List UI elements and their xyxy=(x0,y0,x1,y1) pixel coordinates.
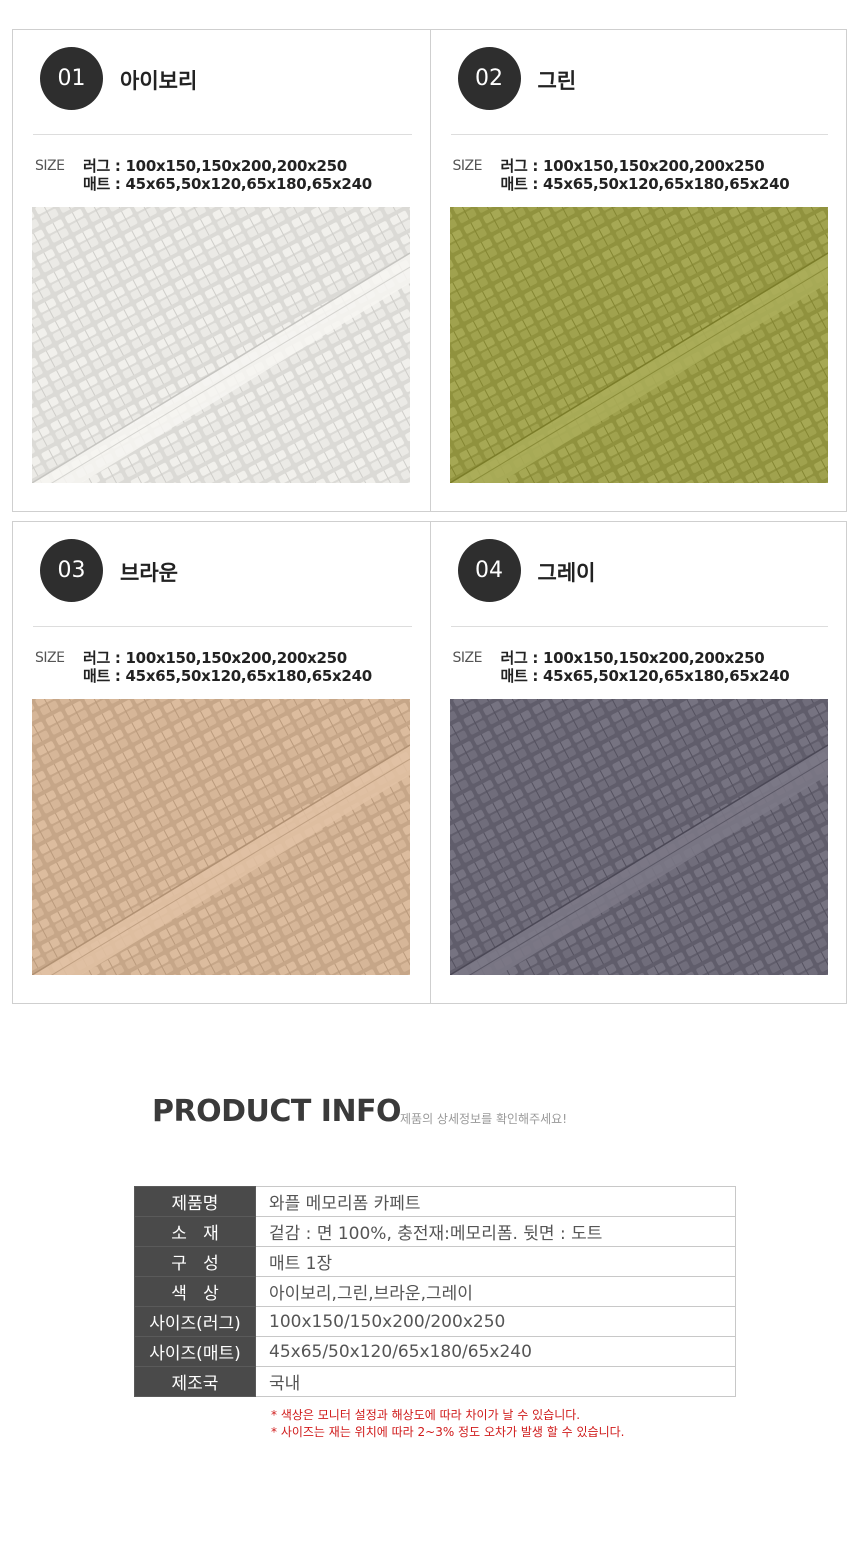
size-list: 러그 : 100x150,150x200,200x250 매트 : 45x65,… xyxy=(83,157,372,193)
notice: * 색상은 모니터 설정과 해상도에 따라 차이가 날 수 있습니다. * 사이… xyxy=(271,1407,624,1441)
row-value: 45x65/50x120/65x180/65x240 xyxy=(255,1336,736,1367)
mat-sizes: 매트 : 45x65,50x120,65x180,65x240 xyxy=(83,175,372,193)
rug-sizes: 러그 : 100x150,150x200,200x250 xyxy=(500,157,765,175)
row-value: 와플 메모리폼 카페트 xyxy=(255,1186,736,1217)
table-row: 구 성 매트 1장 xyxy=(134,1246,736,1277)
color-row-2: 03 브라운 SIZE 러그 : 100x150,150x200,200x250… xyxy=(12,521,847,1004)
mat-sizes: 매트 : 45x65,50x120,65x180,65x240 xyxy=(83,667,372,685)
notice-line: * 사이즈는 재는 위치에 따라 2~3% 정도 오차가 발생 할 수 있습니다… xyxy=(271,1425,625,1439)
color-options: 01 아이보리 SIZE 러그 : 100x150,150x200,200x25… xyxy=(12,29,847,1004)
notice-line: * 색상은 모니터 설정과 해상도에 따라 차이가 날 수 있습니다. xyxy=(271,1408,581,1422)
table-row: 색 상 아이보리,그린,브라운,그레이 xyxy=(134,1276,736,1307)
row-value: 매트 1장 xyxy=(255,1246,736,1277)
row-value: 100x150/150x200/200x250 xyxy=(255,1306,736,1337)
table-row: 사이즈(러그) 100x150/150x200/200x250 xyxy=(134,1306,736,1337)
size-list: 러그 : 100x150,150x200,200x250 매트 : 45x65,… xyxy=(501,649,790,685)
size-label: SIZE xyxy=(35,650,65,666)
rug-sizes: 러그 : 100x150,150x200,200x250 xyxy=(500,649,765,667)
mat-sizes: 매트 : 45x65,50x120,65x180,65x240 xyxy=(500,175,790,193)
product-info-table: 제품명 와플 메모리폼 카페트 소 재 겉감 : 면 100%, 충전재:메모리… xyxy=(134,1186,736,1397)
size-label: SIZE xyxy=(452,650,483,666)
swatch-image xyxy=(32,699,410,975)
color-card-gray: 04 그레이 SIZE 러그 : 100x150,150x200,200x250… xyxy=(429,522,847,1003)
row-key: 사이즈(매트) xyxy=(134,1336,256,1367)
option-number-badge: 02 xyxy=(457,47,521,110)
color-card-brown: 03 브라운 SIZE 러그 : 100x150,150x200,200x250… xyxy=(13,522,430,1003)
row-key: 소 재 xyxy=(134,1216,256,1247)
table-row: 제품명 와플 메모리폼 카페트 xyxy=(134,1186,736,1217)
rug-sizes: 러그 : 100x150,150x200,200x250 xyxy=(83,157,347,175)
row-value: 겉감 : 면 100%, 충전재:메모리폼. 뒷면 : 도트 xyxy=(255,1216,736,1247)
color-name: 그레이 xyxy=(537,561,596,585)
color-card-green: 02 그린 SIZE 러그 : 100x150,150x200,200x250 … xyxy=(429,30,847,511)
color-name: 그린 xyxy=(537,69,577,93)
size-label: SIZE xyxy=(452,158,483,174)
swatch-image xyxy=(449,699,828,975)
table-row: 사이즈(매트) 45x65/50x120/65x180/65x240 xyxy=(134,1336,736,1367)
divider xyxy=(450,626,828,627)
rug-sizes: 러그 : 100x150,150x200,200x250 xyxy=(83,649,347,667)
size-label: SIZE xyxy=(35,158,65,174)
row-value: 국내 xyxy=(255,1366,736,1397)
color-name: 브라운 xyxy=(120,561,178,585)
waffle-texture xyxy=(32,207,410,483)
table-row: 제조국 국내 xyxy=(134,1366,736,1397)
row-key: 구 성 xyxy=(134,1246,256,1277)
size-list: 러그 : 100x150,150x200,200x250 매트 : 45x65,… xyxy=(501,157,790,193)
product-info-subtitle: 제품의 상세정보를 확인해주세요! xyxy=(400,1112,568,1126)
row-key: 색 상 xyxy=(134,1276,256,1307)
table-row: 소 재 겉감 : 면 100%, 충전재:메모리폼. 뒷면 : 도트 xyxy=(134,1216,736,1247)
waffle-texture xyxy=(449,699,828,975)
divider xyxy=(450,134,828,135)
option-number-badge: 03 xyxy=(40,539,103,602)
mat-sizes: 매트 : 45x65,50x120,65x180,65x240 xyxy=(500,667,790,685)
color-card-ivory: 01 아이보리 SIZE 러그 : 100x150,150x200,200x25… xyxy=(13,30,430,511)
swatch-image xyxy=(32,207,410,483)
color-name: 아이보리 xyxy=(120,69,198,93)
row-value: 아이보리,그린,브라운,그레이 xyxy=(255,1276,736,1307)
color-row-1: 01 아이보리 SIZE 러그 : 100x150,150x200,200x25… xyxy=(12,29,847,512)
waffle-texture xyxy=(449,207,828,483)
option-number-badge: 01 xyxy=(40,47,103,110)
divider xyxy=(33,134,412,135)
row-key: 사이즈(러그) xyxy=(134,1306,256,1337)
row-key: 제조국 xyxy=(134,1366,256,1397)
size-list: 러그 : 100x150,150x200,200x250 매트 : 45x65,… xyxy=(83,649,372,685)
product-info-title: PRODUCT INFO xyxy=(152,1094,402,1129)
divider xyxy=(33,626,412,627)
waffle-texture xyxy=(32,699,410,975)
swatch-image xyxy=(449,207,828,483)
option-number-badge: 04 xyxy=(457,539,521,602)
row-key: 제품명 xyxy=(134,1186,256,1217)
